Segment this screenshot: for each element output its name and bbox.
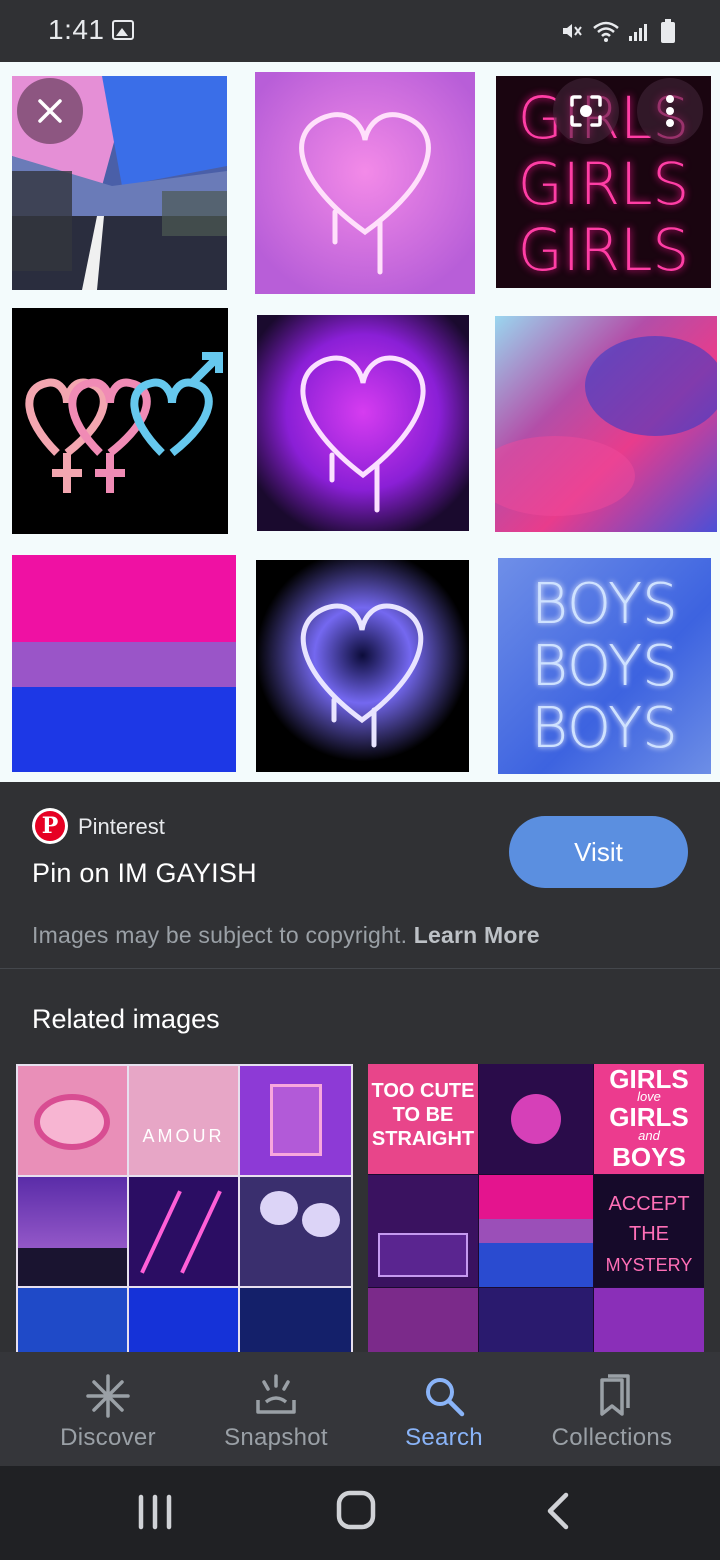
gallery-notification-icon [112,20,134,40]
too-cute-line-3: STRAIGHT [371,1128,475,1150]
lens-search-button[interactable] [553,78,619,144]
image-tile-watercolor [495,316,717,532]
divider [0,968,720,969]
lens-icon [570,95,602,127]
search-icon [426,1378,465,1417]
status-bar: 1:41 [0,0,720,62]
recent-apps-icon[interactable] [136,1494,174,1530]
collage-cell-neon-sign-2 [368,1288,478,1352]
nav-search[interactable]: Search [392,1352,496,1466]
image-tile-bi-flag [12,555,236,772]
collage-cell-stars [129,1177,238,1286]
collage-cell-blue-figure [129,1288,238,1352]
status-time: 1:41 [48,14,105,45]
collage-cell-blue-velvet [240,1288,351,1352]
visit-button[interactable]: Visit [509,816,688,888]
collage-cell-when-we [594,1288,704,1352]
collage-cell-too-cute: TOO CUTE TO BE STRAIGHT [368,1064,478,1174]
boys-line-2: BOYS [531,634,678,699]
collage-cell-accept: ACCEPT THE MYSTERY [594,1175,704,1287]
girls-line-3: GIRLS [517,216,690,284]
girls-line-2: GIRLS [517,150,690,218]
more-vert-icon [666,95,674,127]
nav-snapshot[interactable]: Snapshot [216,1352,336,1466]
image-tile-purple-neon-heart [257,315,469,531]
back-icon[interactable] [544,1492,572,1530]
collage-cell-amour: AMOUR [129,1066,238,1175]
asterisk-icon [86,1374,130,1418]
collage-cell-ufo [18,1177,127,1286]
pinterest-logo-icon: P [32,808,68,844]
nav-collections-label: Collections [551,1424,673,1451]
system-nav-bar [0,1466,720,1560]
accept-line-3: MYSTERY [605,1255,693,1275]
nav-snapshot-label: Snapshot [224,1424,328,1451]
bookmark-icon [600,1374,630,1416]
collage-cell-neon-sign [240,1066,351,1175]
collage-cell-planet [368,1175,478,1287]
boys-line-3: BOYS [531,696,678,761]
nav-discover[interactable]: Discover [52,1352,164,1466]
nav-search-label: Search [405,1424,483,1451]
too-cute-line-1: TOO CUTE [371,1080,475,1102]
close-button[interactable] [17,78,83,144]
mute-icon [563,24,582,38]
collage-cell-roses [240,1177,351,1286]
image-tile-gender-symbols [12,308,228,534]
battery-icon [661,19,675,43]
amour-text: AMOUR [142,1126,225,1146]
image-tile-pink-neon-heart [255,72,475,294]
collage-cell-girls-love: GIRLS love GIRLS and BOYS [594,1064,704,1174]
collage-cell-city [479,1288,593,1352]
wifi-icon [593,21,619,42]
image-tile-boys-neon: BOYS BOYS BOYS [498,558,711,774]
signal-icon [629,24,647,41]
learn-more-link[interactable]: Learn More [414,922,540,948]
image-preview[interactable]: GIRLS GIRLS GIRLS [0,62,720,782]
snapshot-icon [256,1374,296,1414]
accept-line-2: THE [629,1223,669,1245]
bottom-nav: Discover Snapshot Search Collections [0,1352,720,1466]
too-cute-line-2: TO BE [392,1104,454,1126]
close-icon [38,99,62,123]
nav-discover-label: Discover [60,1424,156,1451]
girls-love-line-4: and [638,1128,660,1143]
copyright-notice: Images may be subject to copyright. Lear… [32,922,540,949]
collage-cell-blue-rose [479,1064,593,1174]
more-options-button[interactable] [637,78,703,144]
collage-cell-blue-petals [18,1288,127,1352]
nav-collections[interactable]: Collections [540,1352,684,1466]
girls-love-line-5: BOYS [612,1142,686,1172]
accept-line-1: ACCEPT [608,1193,690,1215]
collage-cell-bi-flag [479,1175,593,1287]
screen: 1:41 GIRLS GIRLS BOYS BOYS BOYS P Pinter… [0,0,720,1560]
boys-line-1: BOYS [531,572,678,637]
related-images-heading: Related images [32,1004,220,1034]
source-name[interactable]: Pinterest [78,814,165,840]
page-title[interactable]: Pin on IM GAYISH [32,858,257,889]
image-tile-blue-neon-heart [256,560,469,772]
collage-cell-donut [18,1066,127,1175]
home-icon[interactable] [336,1490,376,1530]
copyright-text: Images may be subject to copyright. [32,922,408,948]
status-icons [560,18,676,44]
related-image-purple-collage[interactable]: AMOUR [16,1064,353,1352]
related-image-pride-collage[interactable]: TOO CUTE TO BE STRAIGHT GIRLS love GIRLS… [368,1064,704,1352]
